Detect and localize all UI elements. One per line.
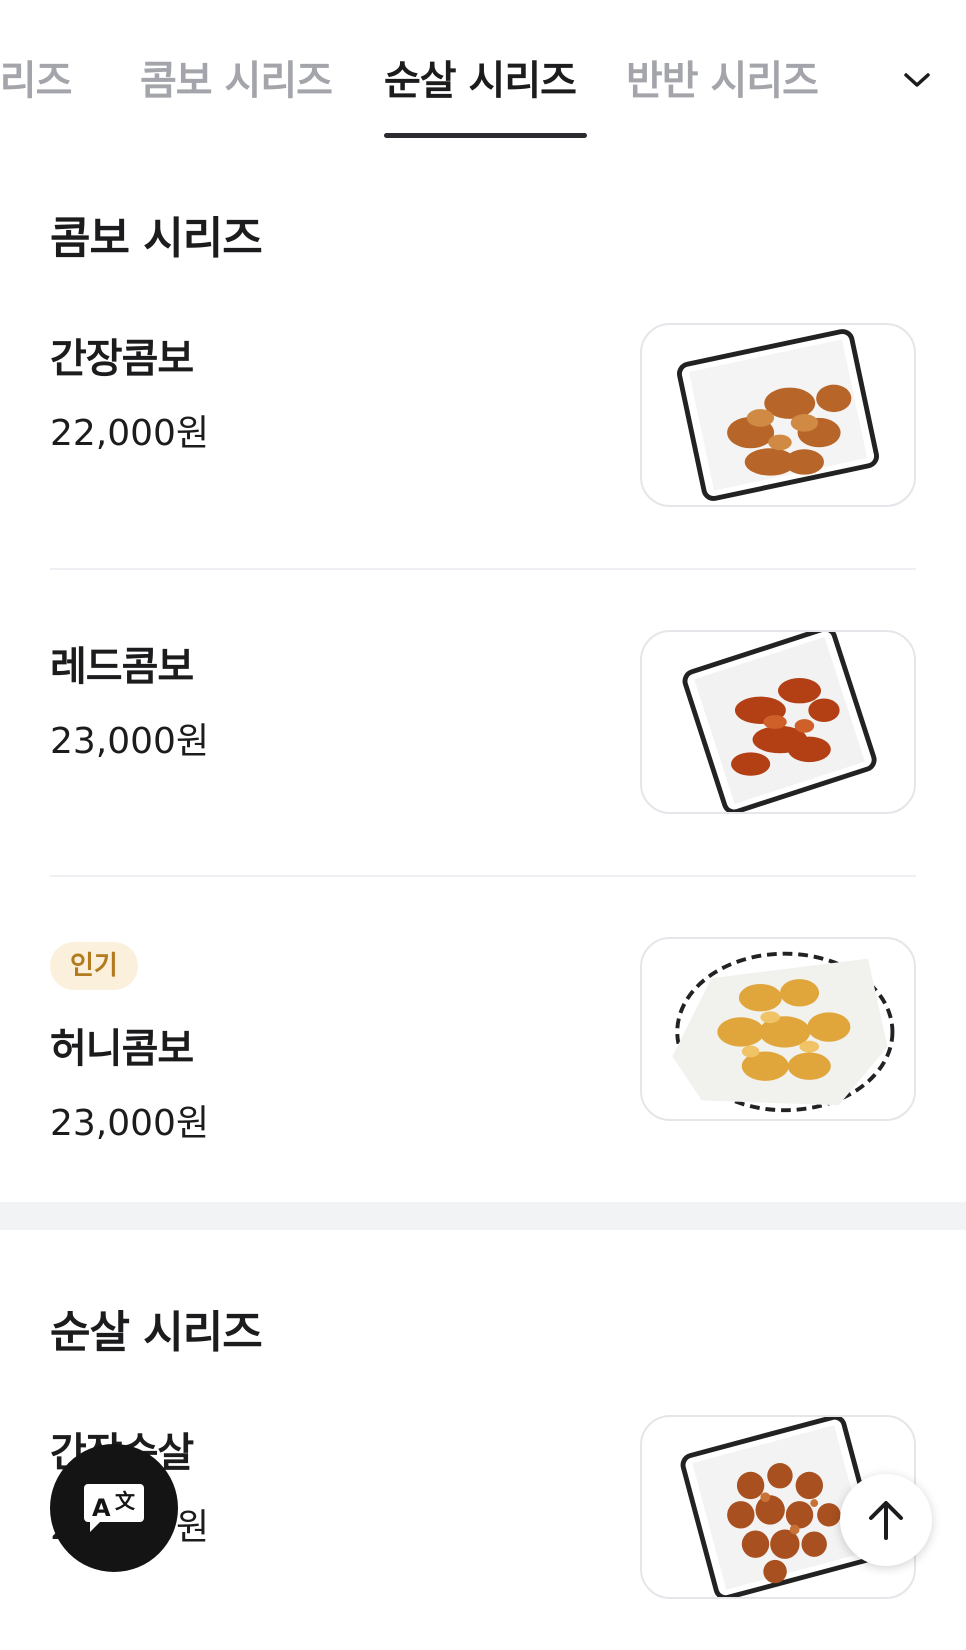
chevron-down-icon[interactable] bbox=[897, 60, 937, 100]
menu-item-name: 허니콤보 bbox=[50, 1026, 194, 1072]
section-title-boneless: 순살 시리즈 bbox=[50, 1307, 263, 1358]
svg-text:A: A bbox=[92, 1494, 111, 1522]
tab-combo-series[interactable]: 콤보 시리즈 bbox=[140, 48, 333, 106]
menu-item-price: 23,000원 bbox=[50, 1103, 210, 1144]
divider bbox=[50, 875, 916, 877]
tab-series-partial[interactable]: 시리즈 bbox=[0, 48, 72, 106]
menu-item-image bbox=[640, 323, 916, 507]
category-tab-bar: 시리즈 콤보 시리즈 순살 시리즈 반반 시리즈 bbox=[0, 0, 966, 140]
translate-button[interactable]: A 文 bbox=[50, 1444, 178, 1572]
section-separator bbox=[0, 1202, 966, 1230]
menu-item-price: 22,000원 bbox=[50, 413, 210, 454]
divider bbox=[50, 568, 916, 570]
menu-item-image bbox=[640, 937, 916, 1121]
popular-badge: 인기 bbox=[50, 942, 138, 990]
menu-item-price: 23,000원 bbox=[50, 721, 210, 762]
tab-half-half-series[interactable]: 반반 시리즈 bbox=[626, 48, 819, 106]
section-title-combo: 콤보 시리즈 bbox=[50, 213, 263, 264]
arrow-up-icon bbox=[869, 1501, 903, 1540]
scroll-to-top-button[interactable] bbox=[840, 1474, 932, 1566]
svg-text:文: 文 bbox=[115, 1489, 136, 1513]
menu-item-name: 간장콤보 bbox=[50, 336, 194, 382]
menu-item-image bbox=[640, 630, 916, 814]
tab-boneless-series[interactable]: 순살 시리즈 bbox=[384, 48, 577, 106]
translate-icon: A 文 bbox=[84, 1484, 144, 1532]
menu-item-name: 레드콤보 bbox=[50, 644, 194, 690]
active-tab-indicator bbox=[384, 133, 587, 138]
